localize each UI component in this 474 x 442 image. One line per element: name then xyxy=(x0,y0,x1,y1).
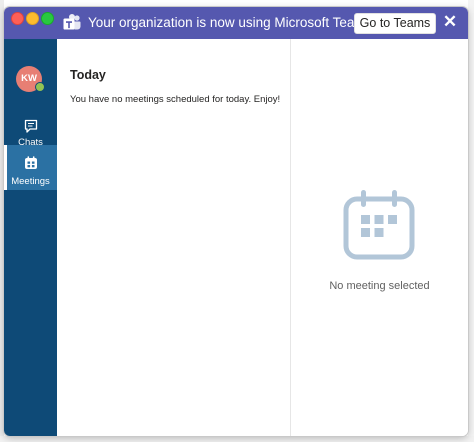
chat-icon xyxy=(24,119,38,133)
no-meeting-selected-message: No meeting selected xyxy=(329,280,430,292)
meetings-list-pane: Today You have no meetings scheduled for… xyxy=(57,39,290,436)
today-heading: Today xyxy=(70,68,106,82)
notification-banner: Your organization is now using Microsoft… xyxy=(4,7,468,39)
go-to-teams-button[interactable]: Go to Teams xyxy=(354,13,436,34)
teams-window: Your organization is now using Microsoft… xyxy=(4,7,468,436)
empty-list-message: You have no meetings scheduled for today… xyxy=(70,94,281,105)
background-desktop-edge xyxy=(468,0,474,442)
window-zoom-button[interactable] xyxy=(41,12,54,25)
background-desktop-bottom xyxy=(0,436,474,442)
banner-close-icon[interactable]: ✕ xyxy=(442,12,458,32)
calendar-icon xyxy=(25,156,37,169)
window-minimize-button[interactable] xyxy=(26,12,39,25)
app-sidebar: KW Chats Meetings xyxy=(4,39,57,436)
sidebar-item-meetings[interactable]: Meetings xyxy=(4,145,57,190)
presence-available-icon xyxy=(35,82,45,92)
meeting-detail-pane: No meeting selected xyxy=(291,39,468,436)
microsoft-teams-logo-icon xyxy=(63,14,81,30)
calendar-illustration-icon xyxy=(343,190,415,260)
window-close-button[interactable] xyxy=(11,12,24,25)
banner-message: Your organization is now using Microsoft… xyxy=(88,15,377,30)
sidebar-item-label: Meetings xyxy=(11,176,50,187)
